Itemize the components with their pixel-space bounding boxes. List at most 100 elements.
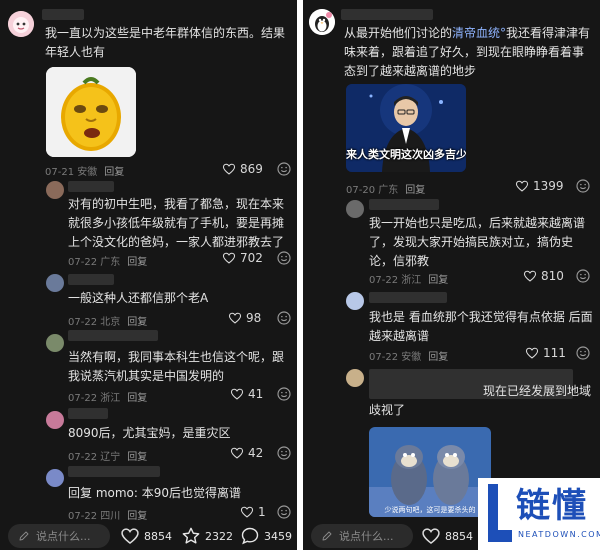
star-icon	[181, 526, 201, 546]
username-redacted	[68, 408, 108, 419]
comment-input[interactable]: 说点什么...	[8, 524, 110, 548]
like-button[interactable]: 42	[230, 445, 263, 461]
heart-icon	[120, 526, 140, 546]
like-total: 8854	[144, 529, 172, 543]
avatar[interactable]	[346, 369, 364, 387]
avatar[interactable]	[46, 181, 64, 199]
comment-meta: 07-22 浙江 回复	[68, 393, 148, 404]
emoji-icon[interactable]	[276, 386, 292, 402]
heart-icon	[230, 387, 244, 401]
heart-icon	[525, 346, 539, 360]
comment-text: 我一开始也只是吃瓜，后来就越来越离谱了，发现大家开始搞民族对立，搞伪史论，信邪教	[369, 216, 586, 268]
heart-icon	[230, 446, 244, 460]
comment-meta: 07-22 广东 回复	[68, 257, 148, 268]
heart-icon	[523, 269, 537, 283]
like-total-button[interactable]: 8854	[120, 526, 172, 546]
reply-button[interactable]: 回复	[104, 167, 124, 178]
username-redacted	[68, 330, 158, 341]
comment-meta: 07-20 广东 回复	[346, 185, 426, 196]
like-count: 702	[240, 251, 263, 265]
avatar[interactable]	[46, 334, 64, 352]
reply-button[interactable]: 回复	[127, 393, 147, 404]
username-redacted	[68, 181, 114, 192]
comment-text: 现在已经发展到地域歧视了	[369, 384, 592, 417]
comment-bubble-icon	[240, 526, 260, 546]
pen-icon	[321, 530, 333, 542]
comment-input[interactable]: 说点什么...	[311, 524, 413, 548]
emoji-icon[interactable]	[276, 250, 292, 266]
penguin-avatar-icon[interactable]	[309, 9, 335, 35]
pen-icon	[18, 530, 30, 542]
reply-button[interactable]: 回复	[127, 452, 147, 463]
emoji-icon[interactable]	[276, 445, 292, 461]
right-comment-panel: 从最开始他们讨论的清帝血统°我还看得津津有味来着，跟着追了好久，到现在眼睁睁看着…	[303, 0, 600, 550]
cartoon-avatar-icon[interactable]	[8, 11, 34, 37]
username-redacted	[42, 9, 84, 20]
username-redacted	[341, 9, 433, 20]
reply-button[interactable]: 回复	[127, 317, 147, 328]
yellow-face-sticker-icon[interactable]	[46, 67, 136, 157]
like-button[interactable]: 702	[222, 250, 263, 266]
like-count: 869	[240, 162, 263, 176]
like-count: 111	[543, 346, 566, 360]
like-button[interactable]: 41	[230, 386, 263, 402]
username-redacted	[68, 274, 114, 285]
like-count: 41	[248, 387, 264, 401]
comment-meta: 07-22 安徽 回复	[369, 352, 449, 363]
heart-icon	[222, 162, 236, 176]
like-count: 98	[246, 311, 262, 325]
like-button[interactable]: 1399	[515, 178, 564, 194]
emoji-icon[interactable]	[276, 504, 292, 520]
logo-url-text: NEATDOWN.COM	[518, 530, 600, 539]
neatdown-logo: 链懂 NEATDOWN.COM	[478, 478, 600, 550]
like-count: 1399	[533, 179, 564, 193]
logo-brand-text: 链懂	[516, 486, 588, 526]
username-redacted	[369, 199, 439, 210]
comment-text: 当然有啊，我同事本科生也信这个呢，跟我说蒸汽机其实是中国发明的	[68, 350, 285, 383]
like-button[interactable]: 869	[222, 161, 263, 177]
reply-button[interactable]: 回复	[127, 257, 147, 268]
like-button[interactable]: 1	[240, 504, 266, 520]
reply-button[interactable]: 回复	[405, 185, 425, 196]
heart-icon	[228, 311, 242, 325]
avatar[interactable]	[46, 274, 64, 292]
like-count: 810	[541, 269, 564, 283]
heart-icon	[240, 505, 254, 519]
username-redacted	[68, 466, 160, 477]
comment-meta: 07-22 浙江 回复	[369, 275, 449, 286]
like-button[interactable]: 111	[525, 345, 566, 361]
emoji-icon[interactable]	[276, 310, 292, 326]
tom-and-jerry-image[interactable]: 少说两句吧，这可是要杀头的	[369, 427, 491, 517]
comment-total-button[interactable]: 3459	[240, 526, 292, 546]
like-button[interactable]: 810	[523, 268, 564, 284]
comment-meta: 07-21 安徽 回复	[45, 167, 125, 178]
comment-input-placeholder: 说点什么...	[36, 530, 91, 543]
username-redacted	[369, 292, 447, 303]
emoji-icon[interactable]	[276, 161, 292, 177]
like-total-button[interactable]: 8854	[421, 526, 473, 546]
reply-button[interactable]: 回复	[428, 275, 448, 286]
news-anchor-image[interactable]: 来人类文明这次凶多吉少	[346, 84, 466, 172]
bottom-action-bar: 说点什么... 8854 2322 3459	[0, 520, 297, 550]
favorite-total: 2322	[205, 529, 233, 543]
emoji-icon[interactable]	[575, 345, 591, 361]
comment-text: 对有的初中生吧，我看了都急，现在本来就很多小孩低年级就有了手机，要是再摊上个没文…	[68, 197, 285, 249]
emoji-icon[interactable]	[575, 268, 591, 284]
avatar[interactable]	[46, 411, 64, 429]
comment-total: 3459	[264, 529, 292, 543]
reply-button[interactable]: 回复	[428, 352, 448, 363]
avatar[interactable]	[46, 469, 64, 487]
emoji-icon[interactable]	[575, 178, 591, 194]
avatar[interactable]	[346, 200, 364, 218]
heart-icon	[222, 251, 236, 265]
avatar[interactable]	[346, 292, 364, 310]
comment-text: 一般这种人还都信那个老A	[68, 291, 209, 305]
like-button[interactable]: 98	[228, 310, 261, 326]
favorite-button[interactable]: 2322	[181, 526, 233, 546]
like-count: 42	[248, 446, 264, 460]
comment-text: 回复 momo: 本90后也觉得离谱	[68, 486, 242, 500]
image-caption: 少说两句吧，这可是要杀头的	[384, 506, 476, 514]
comment-text: 从最开始他们讨论的清帝血统°我还看得津津有味来着，跟着追了好久，到现在眼睁睁看着…	[344, 26, 591, 78]
logo-l-icon	[488, 484, 512, 542]
topic-tag-link[interactable]: 清帝血统	[452, 26, 500, 40]
